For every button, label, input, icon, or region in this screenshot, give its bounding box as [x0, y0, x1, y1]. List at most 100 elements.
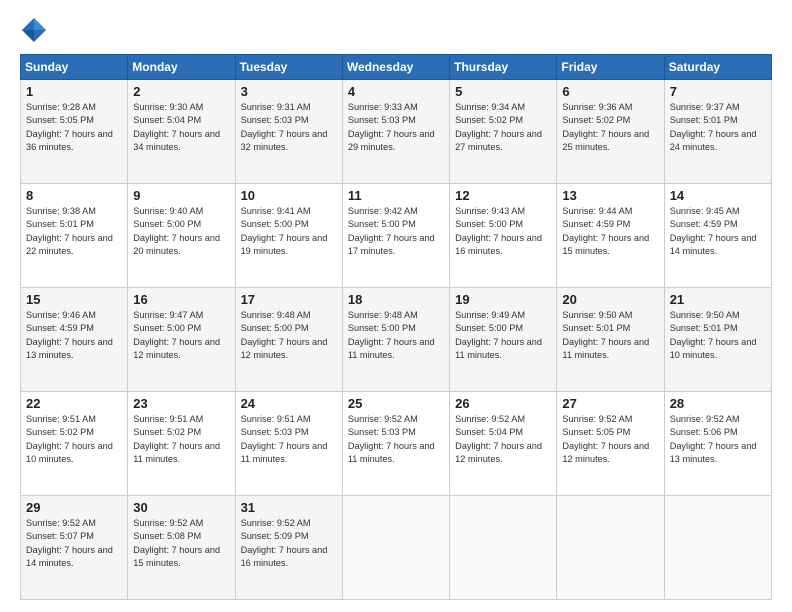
day-number: 1 — [26, 84, 122, 99]
calendar-cell — [342, 496, 449, 600]
day-number: 5 — [455, 84, 551, 99]
cell-content: Sunrise: 9:37 AMSunset: 5:01 PMDaylight:… — [670, 101, 766, 154]
calendar-cell: 30 Sunrise: 9:52 AMSunset: 5:08 PMDayligh… — [128, 496, 235, 600]
calendar-week-row-3: 15 Sunrise: 9:46 AMSunset: 4:59 PMDayligh… — [21, 288, 772, 392]
cell-content: Sunrise: 9:52 AMSunset: 5:07 PMDaylight:… — [26, 517, 122, 570]
cell-content: Sunrise: 9:44 AMSunset: 4:59 PMDaylight:… — [562, 205, 658, 258]
calendar-cell: 7 Sunrise: 9:37 AMSunset: 5:01 PMDaylight… — [664, 80, 771, 184]
cell-content: Sunrise: 9:51 AMSunset: 5:02 PMDaylight:… — [26, 413, 122, 466]
calendar-header-saturday: Saturday — [664, 55, 771, 80]
cell-content: Sunrise: 9:48 AMSunset: 5:00 PMDaylight:… — [241, 309, 337, 362]
calendar-cell: 11Sunrise: 9:42 AMSunset: 5:00 PMDayligh… — [342, 184, 449, 288]
cell-content: Sunrise: 9:28 AMSunset: 5:05 PMDaylight:… — [26, 101, 122, 154]
calendar-header-tuesday: Tuesday — [235, 55, 342, 80]
calendar-cell: 19 Sunrise: 9:49 AMSunset: 5:00 PMDayligh… — [450, 288, 557, 392]
header — [20, 16, 772, 44]
cell-content: Sunrise: 9:47 AMSunset: 5:00 PMDaylight:… — [133, 309, 229, 362]
calendar-week-row-5: 29 Sunrise: 9:52 AMSunset: 5:07 PMDayligh… — [21, 496, 772, 600]
page: SundayMondayTuesdayWednesdayThursdayFrid… — [0, 0, 792, 612]
day-number: 23 — [133, 396, 229, 411]
cell-content: Sunrise: 9:41 AMSunset: 5:00 PMDaylight:… — [241, 205, 337, 258]
calendar-cell — [557, 496, 664, 600]
cell-content: Sunrise: 9:51 AMSunset: 5:02 PMDaylight:… — [133, 413, 229, 466]
day-number: 11 — [348, 188, 444, 203]
day-number: 18 — [348, 292, 444, 307]
cell-content: Sunrise: 9:30 AMSunset: 5:04 PMDaylight:… — [133, 101, 229, 154]
calendar-cell: 3Sunrise: 9:31 AMSunset: 5:03 PMDaylight… — [235, 80, 342, 184]
cell-content: Sunrise: 9:33 AMSunset: 5:03 PMDaylight:… — [348, 101, 444, 154]
day-number: 6 — [562, 84, 658, 99]
calendar-cell: 9Sunrise: 9:40 AMSunset: 5:00 PMDaylight… — [128, 184, 235, 288]
calendar-cell: 1 Sunrise: 9:28 AMSunset: 5:05 PMDaylight… — [21, 80, 128, 184]
day-number: 20 — [562, 292, 658, 307]
cell-content: Sunrise: 9:52 AMSunset: 5:03 PMDaylight:… — [348, 413, 444, 466]
calendar-cell: 6Sunrise: 9:36 AMSunset: 5:02 PMDaylight… — [557, 80, 664, 184]
calendar-cell: 14 Sunrise: 9:45 AMSunset: 4:59 PMDayligh… — [664, 184, 771, 288]
day-number: 27 — [562, 396, 658, 411]
day-number: 16 — [133, 292, 229, 307]
calendar-cell — [664, 496, 771, 600]
calendar-cell: 4 Sunrise: 9:33 AMSunset: 5:03 PMDaylight… — [342, 80, 449, 184]
calendar-cell: 23 Sunrise: 9:51 AMSunset: 5:02 PMDayligh… — [128, 392, 235, 496]
calendar-cell: 18 Sunrise: 9:48 AMSunset: 5:00 PMDayligh… — [342, 288, 449, 392]
day-number: 17 — [241, 292, 337, 307]
cell-content: Sunrise: 9:51 AMSunset: 5:03 PMDaylight:… — [241, 413, 337, 466]
day-number: 13 — [562, 188, 658, 203]
calendar-cell: 20Sunrise: 9:50 AMSunset: 5:01 PMDayligh… — [557, 288, 664, 392]
calendar-cell: 24 Sunrise: 9:51 AMSunset: 5:03 PMDayligh… — [235, 392, 342, 496]
calendar-cell: 28 Sunrise: 9:52 AMSunset: 5:06 PMDayligh… — [664, 392, 771, 496]
calendar-header-row: SundayMondayTuesdayWednesdayThursdayFrid… — [21, 55, 772, 80]
cell-content: Sunrise: 9:49 AMSunset: 5:00 PMDaylight:… — [455, 309, 551, 362]
day-number: 8 — [26, 188, 122, 203]
cell-content: Sunrise: 9:52 AMSunset: 5:08 PMDaylight:… — [133, 517, 229, 570]
calendar-week-row-1: 1 Sunrise: 9:28 AMSunset: 5:05 PMDaylight… — [21, 80, 772, 184]
calendar-cell: 16 Sunrise: 9:47 AMSunset: 5:00 PMDayligh… — [128, 288, 235, 392]
calendar-cell: 10 Sunrise: 9:41 AMSunset: 5:00 PMDayligh… — [235, 184, 342, 288]
calendar-cell: 13 Sunrise: 9:44 AMSunset: 4:59 PMDayligh… — [557, 184, 664, 288]
day-number: 2 — [133, 84, 229, 99]
calendar-cell: 25 Sunrise: 9:52 AMSunset: 5:03 PMDayligh… — [342, 392, 449, 496]
cell-content: Sunrise: 9:48 AMSunset: 5:00 PMDaylight:… — [348, 309, 444, 362]
cell-content: Sunrise: 9:34 AMSunset: 5:02 PMDaylight:… — [455, 101, 551, 154]
cell-content: Sunrise: 9:52 AMSunset: 5:05 PMDaylight:… — [562, 413, 658, 466]
calendar-header-thursday: Thursday — [450, 55, 557, 80]
calendar-cell: 8 Sunrise: 9:38 AMSunset: 5:01 PMDaylight… — [21, 184, 128, 288]
day-number: 7 — [670, 84, 766, 99]
calendar-header-wednesday: Wednesday — [342, 55, 449, 80]
calendar-cell: 2 Sunrise: 9:30 AMSunset: 5:04 PMDaylight… — [128, 80, 235, 184]
day-number: 15 — [26, 292, 122, 307]
calendar-header-monday: Monday — [128, 55, 235, 80]
calendar-cell: 17 Sunrise: 9:48 AMSunset: 5:00 PMDayligh… — [235, 288, 342, 392]
calendar-cell: 31Sunrise: 9:52 AMSunset: 5:09 PMDayligh… — [235, 496, 342, 600]
calendar-header-sunday: Sunday — [21, 55, 128, 80]
calendar-cell: 29 Sunrise: 9:52 AMSunset: 5:07 PMDayligh… — [21, 496, 128, 600]
calendar-week-row-4: 22Sunrise: 9:51 AMSunset: 5:02 PMDayligh… — [21, 392, 772, 496]
cell-content: Sunrise: 9:52 AMSunset: 5:06 PMDaylight:… — [670, 413, 766, 466]
day-number: 28 — [670, 396, 766, 411]
cell-content: Sunrise: 9:52 AMSunset: 5:09 PMDaylight:… — [241, 517, 337, 570]
calendar-cell: 5 Sunrise: 9:34 AMSunset: 5:02 PMDaylight… — [450, 80, 557, 184]
logo — [20, 16, 52, 44]
calendar-cell: 15 Sunrise: 9:46 AMSunset: 4:59 PMDayligh… — [21, 288, 128, 392]
calendar-cell — [450, 496, 557, 600]
day-number: 4 — [348, 84, 444, 99]
cell-content: Sunrise: 9:50 AMSunset: 5:01 PMDaylight:… — [670, 309, 766, 362]
cell-content: Sunrise: 9:43 AMSunset: 5:00 PMDaylight:… — [455, 205, 551, 258]
cell-content: Sunrise: 9:45 AMSunset: 4:59 PMDaylight:… — [670, 205, 766, 258]
day-number: 14 — [670, 188, 766, 203]
day-number: 30 — [133, 500, 229, 515]
day-number: 12 — [455, 188, 551, 203]
cell-content: Sunrise: 9:52 AMSunset: 5:04 PMDaylight:… — [455, 413, 551, 466]
cell-content: Sunrise: 9:38 AMSunset: 5:01 PMDaylight:… — [26, 205, 122, 258]
day-number: 24 — [241, 396, 337, 411]
day-number: 9 — [133, 188, 229, 203]
day-number: 25 — [348, 396, 444, 411]
calendar-header-friday: Friday — [557, 55, 664, 80]
calendar-table: SundayMondayTuesdayWednesdayThursdayFrid… — [20, 54, 772, 600]
day-number: 10 — [241, 188, 337, 203]
day-number: 21 — [670, 292, 766, 307]
day-number: 29 — [26, 500, 122, 515]
cell-content: Sunrise: 9:46 AMSunset: 4:59 PMDaylight:… — [26, 309, 122, 362]
day-number: 19 — [455, 292, 551, 307]
day-number: 3 — [241, 84, 337, 99]
